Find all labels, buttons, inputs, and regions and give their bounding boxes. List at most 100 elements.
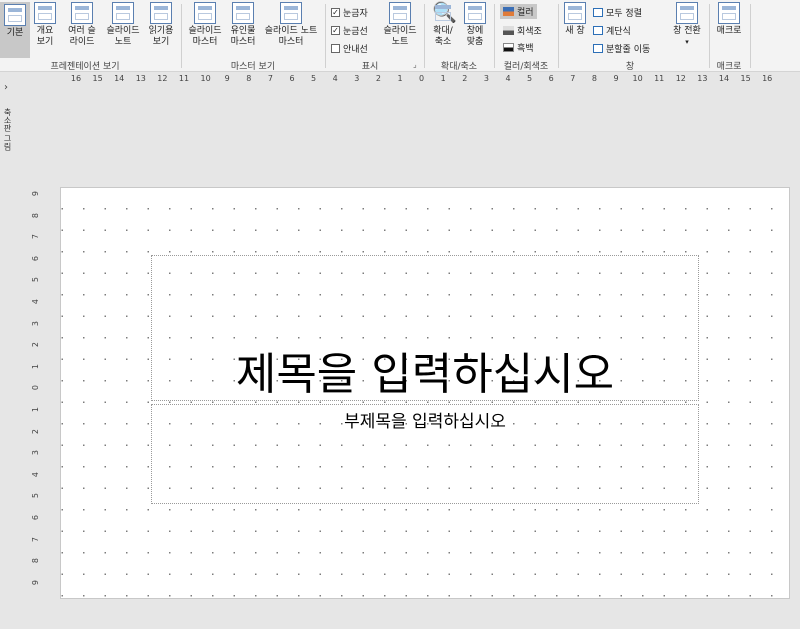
zoom-group-label: 확대/축소	[440, 62, 478, 72]
separator	[750, 4, 751, 68]
ruler-tick-label: 9	[613, 74, 619, 83]
macros-button[interactable]: 매크로	[712, 2, 746, 37]
switch-windows-icon	[676, 2, 698, 24]
outline-view-button[interactable]: 개요 보기	[32, 2, 58, 48]
switch-windows-button[interactable]: 창 전환 ▾	[668, 2, 706, 48]
color-option[interactable]: 컬러	[500, 4, 537, 19]
separator	[558, 4, 559, 68]
cascade-button[interactable]: 계단식	[593, 24, 631, 37]
ruler-tick-label: 11	[654, 74, 665, 83]
gridlines-checkbox[interactable]: ✓ 눈금선	[331, 24, 368, 37]
thumbnail-pane-expand-button[interactable]: ›	[4, 82, 8, 93]
notes-button[interactable]: 슬라이드 노트	[378, 2, 422, 48]
move-split-button[interactable]: 분할줄 이동	[593, 42, 650, 55]
normal-view-button[interactable]: 기본	[0, 2, 30, 58]
black-white-option[interactable]: 흑백	[503, 41, 534, 54]
grayscale-label: 회색조	[517, 27, 542, 37]
ruler-tick-label: 11	[178, 74, 190, 83]
guides-checkbox[interactable]: 안내선	[331, 42, 368, 55]
slide-canvas[interactable]: 제목을 입력하십시오 부제목을 입력하십시오	[60, 187, 790, 599]
chevron-down-icon: ▾	[685, 38, 689, 46]
macros-icon	[718, 2, 740, 24]
ruler-tick-label: 6	[548, 74, 554, 83]
fit-to-window-button[interactable]: 창에 맞춤	[460, 2, 490, 48]
ruler-tick-label: 1	[31, 363, 40, 369]
ruler-tick-label: 7	[570, 74, 576, 83]
ruler-tick-label: 3	[31, 320, 40, 326]
vertical-ruler: 9 8 7 6 5 4 3 2 1 0 1 2 3 4 5 6 7 8 9	[30, 187, 42, 599]
subtitle-placeholder[interactable]: 부제목을 입력하십시오	[151, 404, 699, 504]
grayscale-option[interactable]: 회색조	[503, 24, 542, 37]
presentation-views-group-label: 프레젠테이션 보기	[50, 62, 120, 72]
guides-label: 안내선	[343, 45, 368, 55]
ruler-tick-label: 6	[289, 74, 295, 83]
reading-view-button[interactable]: 읽기용 보기	[144, 2, 178, 48]
reading-view-icon	[150, 2, 172, 24]
notes-master-label: 슬라이드 노트 마스터	[264, 26, 318, 47]
move-split-label: 분할줄 이동	[606, 45, 651, 55]
ruler-tick-label: 8	[31, 558, 40, 564]
ruler-tick-label: 4	[505, 74, 511, 83]
ruler-tick-label: 15	[92, 74, 103, 83]
zoom-label: 확대/ 축소	[433, 26, 453, 47]
ruler-tick-label: 9	[31, 191, 40, 197]
checkbox-icon	[331, 44, 340, 53]
ruler-checkbox[interactable]: ✓ 눈금자	[331, 6, 368, 19]
ruler-tick-label: 7	[267, 74, 273, 83]
title-placeholder-text[interactable]: 제목을 입력하십시오	[152, 338, 698, 402]
master-views-group-label: 마스터 보기	[230, 62, 276, 72]
notes-icon	[389, 2, 411, 24]
new-window-button[interactable]: 새 창	[562, 2, 588, 37]
separator	[424, 4, 425, 68]
arrange-all-label: 모두 정렬	[606, 9, 642, 19]
ruler-tick-label: 8	[591, 74, 597, 83]
ruler-tick-label: 2	[31, 428, 40, 434]
ruler-tick-label: 5	[31, 277, 40, 283]
ruler-tick-label: 12	[157, 74, 168, 83]
normal-view-icon	[4, 4, 26, 26]
notes-page-label: 슬라이드 노트	[106, 26, 140, 47]
thumbnail-pane-label: 축소판 그림	[3, 108, 12, 151]
slide-master-label: 슬라이드 마스터	[188, 26, 222, 47]
ruler-tick-label: 13	[697, 74, 708, 83]
zoom-button[interactable]: 🔍 확대/ 축소	[428, 2, 458, 48]
color-label: 컬러	[517, 8, 534, 18]
ruler-tick-label: 3	[354, 74, 360, 83]
separator	[325, 4, 326, 68]
separator	[181, 4, 182, 68]
ruler-tick-label: 0	[31, 385, 40, 391]
title-placeholder[interactable]: 제목을 입력하십시오	[151, 255, 699, 401]
ruler-tick-label: 7	[31, 234, 40, 240]
grayscale-swatch-icon	[503, 26, 514, 35]
notes-page-icon	[112, 2, 134, 24]
magnifier-icon: 🔍	[432, 0, 457, 24]
cascade-icon	[593, 26, 603, 35]
new-window-label: 새 창	[565, 26, 585, 36]
ruler-tick-label: 8	[31, 212, 40, 218]
horizontal-ruler: 16 15 14 13 12 11 10 9 8 7 6 5 4 3 2 1 0 1 2 3 4 5 6 7 8 9 10 11 12 1…	[60, 73, 790, 86]
ruler-tick-label: 9	[224, 74, 230, 83]
notes-page-button[interactable]: 슬라이드 노트	[104, 2, 142, 48]
handout-master-icon	[232, 2, 254, 24]
ruler-tick-label: 5	[31, 493, 40, 499]
notes-label: 슬라이드 노트	[383, 26, 417, 47]
arrange-all-icon	[593, 8, 603, 17]
macros-label: 매크로	[716, 26, 742, 36]
notes-master-button[interactable]: 슬라이드 노트 마스터	[260, 2, 322, 48]
ruler-tick-label: 14	[114, 74, 125, 83]
arrange-all-button[interactable]: 모두 정렬	[593, 6, 642, 19]
slide-master-button[interactable]: 슬라이드 마스터	[184, 2, 226, 48]
ruler-tick-label: 1	[397, 74, 403, 83]
handout-master-button[interactable]: 유인물 마스터	[226, 2, 260, 48]
ribbon-view-tab: 기본 개요 보기 여러 슬라이드 슬라이드 노트 읽기용 보기 프레젠테이션 보…	[0, 0, 800, 72]
ruler-tick-label: 4	[332, 74, 338, 83]
dialog-launcher-icon[interactable]: ⌟	[413, 60, 417, 69]
slide-sorter-button[interactable]: 여러 슬라이드	[62, 2, 102, 48]
switch-windows-label: 창 전환	[673, 26, 701, 36]
slide-sorter-label: 여러 슬라이드	[68, 26, 96, 47]
macros-group-label: 매크로	[716, 62, 742, 72]
notes-master-icon	[280, 2, 302, 24]
ruler-tick-label: 6	[31, 515, 40, 521]
ruler-tick-label: 1	[31, 407, 40, 413]
subtitle-placeholder-text[interactable]: 부제목을 입력하십시오	[152, 407, 698, 432]
